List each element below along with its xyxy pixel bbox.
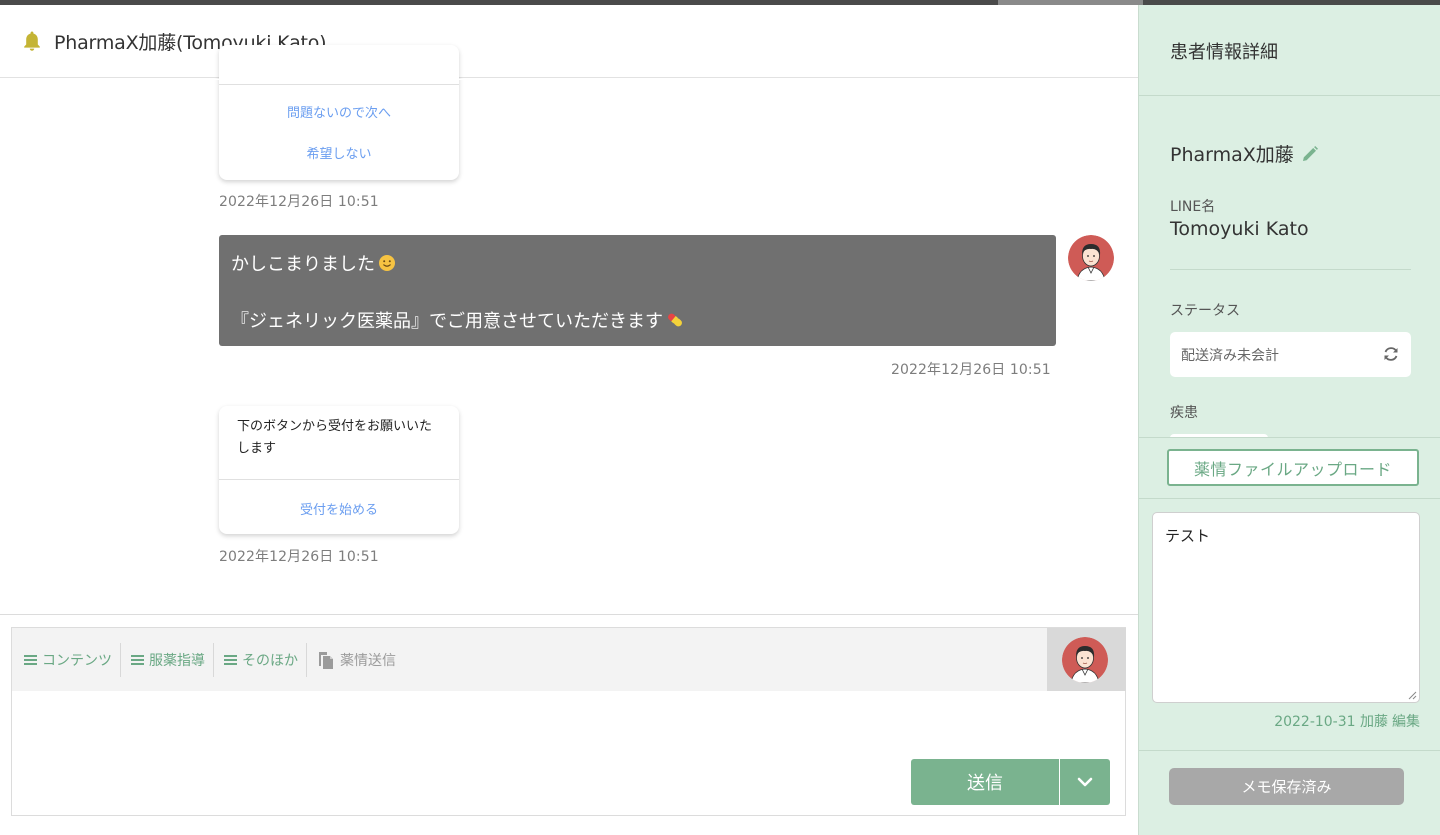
message-card: 問題ないので次へ 希望しない xyxy=(219,45,459,180)
menu-lines-icon xyxy=(24,654,37,665)
chevron-down-icon xyxy=(1077,777,1093,787)
patient-name: PharmaX加藤 xyxy=(1170,140,1320,167)
start-reception-button[interactable]: 受付を始める xyxy=(219,499,459,518)
bubble-line-2: 『ジェネリック医薬品』でご用意させていただきます xyxy=(231,311,663,332)
panel-title: 患者情報詳細 xyxy=(1170,42,1278,63)
message-composer: コンテンツ 服薬指導 そのほか 薬情送信 送信 xyxy=(11,627,1126,816)
bell-icon[interactable] xyxy=(22,30,42,52)
menu-lines-icon xyxy=(131,654,144,665)
line-name-label: LINE名 xyxy=(1170,199,1216,215)
card-text: 下のボタンから受付をお願いいたします xyxy=(237,419,433,456)
refresh-icon[interactable] xyxy=(1381,344,1401,364)
contents-button[interactable]: コンテンツ xyxy=(24,643,120,677)
message-timestamp: 2022年12月26日 10:51 xyxy=(891,362,1051,378)
patient-detail-panel: 患者情報詳細 PharmaX加藤 LINE名 Tomoyuki Kato ステー… xyxy=(1138,5,1440,835)
status-label: ステータス xyxy=(1170,303,1240,319)
send-options-button[interactable] xyxy=(1060,759,1110,805)
medication-guidance-button[interactable]: 服薬指導 xyxy=(131,643,213,677)
send-drug-info-button[interactable]: 薬情送信 xyxy=(317,643,404,677)
message-card: 下のボタンから受付をお願いいたします 受付を始める xyxy=(219,406,459,534)
decline-button[interactable]: 希望しない xyxy=(219,143,459,162)
chat-area: PharmaX加藤(Tomoyuki Kato) 問題ないので次へ 希望しない … xyxy=(0,5,1138,835)
next-button[interactable]: 問題ないので次へ xyxy=(219,102,459,121)
message-timestamp: 2022年12月26日 10:51 xyxy=(219,549,379,565)
edit-pencil-icon[interactable] xyxy=(1300,144,1320,164)
disease-label: 疾患 xyxy=(1170,405,1198,421)
line-name-value: Tomoyuki Kato xyxy=(1170,218,1309,240)
memo-edit-link[interactable]: 編集 xyxy=(1392,714,1420,730)
status-select[interactable]: 配送済み未会計 xyxy=(1170,332,1411,377)
bubble-line-1: かしこまりました xyxy=(231,254,375,275)
chat-header: PharmaX加藤(Tomoyuki Kato) xyxy=(0,5,1138,78)
message-bubble: かしこまりました 『ジェネリック医薬品』でご用意させていただきます xyxy=(219,235,1056,346)
smile-emoji-icon xyxy=(379,255,395,271)
pill-emoji-icon xyxy=(668,313,682,327)
resize-handle-icon[interactable] xyxy=(1408,691,1417,700)
memo-saved-button[interactable]: メモ保存済み xyxy=(1169,768,1404,805)
memo-textarea[interactable]: テスト xyxy=(1152,512,1420,703)
document-copy-icon xyxy=(319,651,333,669)
upload-drug-info-button[interactable]: 薬情ファイルアップロード xyxy=(1167,449,1419,486)
other-button[interactable]: そのほか xyxy=(224,643,306,677)
send-button[interactable]: 送信 xyxy=(911,759,1059,805)
message-input[interactable] xyxy=(12,691,902,815)
sender-avatar xyxy=(1062,637,1108,683)
memo-meta: 2022-10-31 加藤 編集 xyxy=(1274,714,1420,730)
menu-lines-icon xyxy=(224,654,237,665)
sender-avatar-box[interactable] xyxy=(1047,628,1126,691)
message-timestamp: 2022年12月26日 10:51 xyxy=(219,194,379,210)
composer-toolbar: コンテンツ 服薬指導 そのほか 薬情送信 xyxy=(12,628,1047,691)
pharmacist-avatar xyxy=(1068,235,1114,281)
